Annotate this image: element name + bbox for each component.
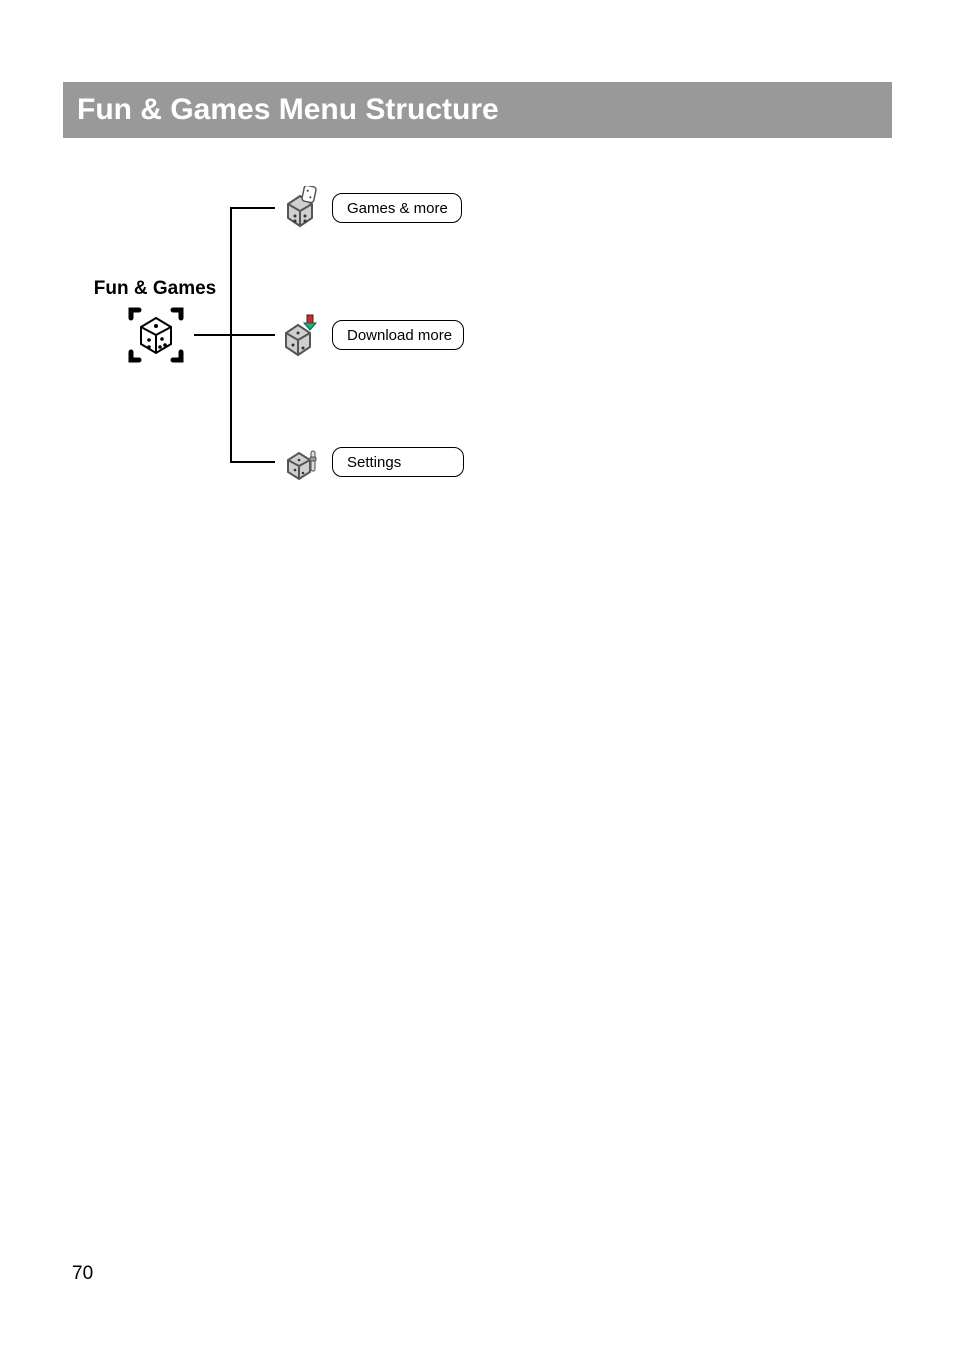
title-bar: Fun & Games Menu Structure bbox=[63, 82, 892, 138]
download-more-icon bbox=[278, 313, 322, 357]
page-number: 70 bbox=[72, 1263, 93, 1285]
menu-item-label: Games & more bbox=[347, 200, 448, 217]
menu-item-games-more: Games & more bbox=[332, 193, 462, 223]
menu-item-settings: Settings bbox=[332, 447, 464, 477]
menu-item-label: Download more bbox=[347, 327, 452, 344]
dice-root-icon bbox=[127, 306, 185, 364]
menu-item-label: Settings bbox=[347, 454, 401, 471]
settings-icon bbox=[281, 443, 321, 483]
document-page: Fun & Games Menu Structure Fun & Games bbox=[0, 0, 954, 1351]
page-title: Fun & Games Menu Structure bbox=[77, 93, 499, 127]
menu-structure-diagram: Fun & Games bbox=[85, 190, 485, 520]
root-label: Fun & Games bbox=[85, 278, 225, 300]
menu-item-download-more: Download more bbox=[332, 320, 464, 350]
games-more-icon bbox=[278, 186, 322, 230]
